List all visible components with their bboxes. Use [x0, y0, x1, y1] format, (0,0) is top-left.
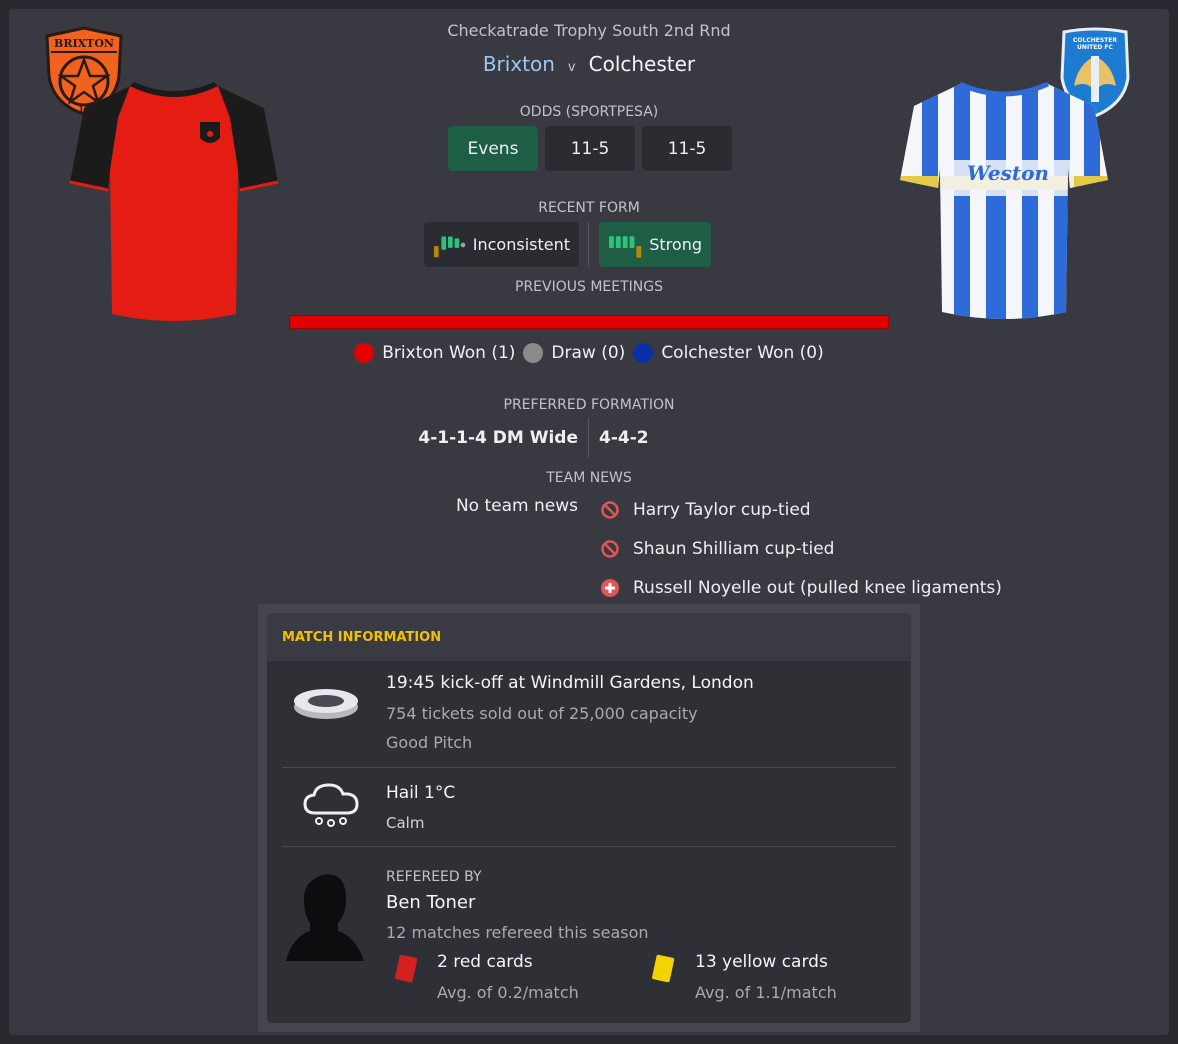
- news-text: Harry Taylor cup-tied: [633, 500, 811, 520]
- versus-label: v: [567, 60, 576, 75]
- news-text: Russell Noyelle out (pulled knee ligamen…: [633, 578, 1002, 598]
- home-formation: 4-1-1-4 DM Wide: [418, 428, 578, 448]
- previous-meetings-label: PREVIOUS MEETINGS: [515, 279, 663, 295]
- preferred-formation-label: PREFERRED FORMATION: [503, 397, 675, 413]
- referee-name[interactable]: Ben Toner: [386, 892, 475, 913]
- odds-draw[interactable]: 11-5: [545, 126, 635, 171]
- form-bars-icon: [433, 236, 466, 257]
- refereed-by-label: REFEREED BY: [386, 869, 482, 885]
- form-bars-icon: [608, 235, 642, 258]
- home-won-dot: [354, 343, 375, 363]
- sponsor-logo: Weston: [967, 161, 1049, 185]
- away-form-badge[interactable]: Strong: [599, 222, 711, 267]
- odds-row: Evens 11-5 11-5: [448, 126, 732, 171]
- form-divider: [588, 222, 589, 267]
- referee-matches: 12 matches refereed this season: [386, 923, 649, 942]
- cup-tied-icon: [601, 540, 619, 558]
- odds-away-win[interactable]: 11-5: [642, 126, 732, 171]
- cup-tied-icon: [601, 501, 619, 519]
- news-item[interactable]: Shaun Shilliam cup-tied: [600, 539, 834, 559]
- fixture-teams: Brixton v Colchester: [0, 52, 1178, 76]
- formation-divider: [588, 418, 589, 458]
- away-formation: 4-4-2: [599, 428, 649, 448]
- meetings-bar: [289, 315, 889, 329]
- referee-avatar[interactable]: [284, 871, 366, 963]
- hail-weather-icon: [303, 783, 359, 827]
- red-card-icon: [395, 954, 418, 983]
- recent-form-label: RECENT FORM: [538, 200, 640, 216]
- home-won-text: Brixton Won (1): [382, 343, 516, 363]
- separator: [282, 767, 896, 768]
- separator: [282, 846, 896, 847]
- injury-icon: [601, 579, 619, 597]
- odds-home-win[interactable]: Evens: [448, 126, 538, 171]
- stadium-icon: [294, 689, 358, 719]
- venue-line: 19:45 kick-off at Windmill Gardens, Lond…: [386, 673, 754, 693]
- tickets-sold: 754 tickets sold out of 25,000 capacity: [386, 704, 698, 723]
- svg-text:UNITED FC: UNITED FC: [1077, 44, 1113, 51]
- competition-name: Checkatrade Trophy South 2nd Rnd: [447, 21, 731, 40]
- away-won-text: Colchester Won (0): [661, 343, 824, 363]
- match-info-card: MATCH INFORMATION 19:45 kick-off at Wind…: [267, 613, 911, 1023]
- pitch-condition: Good Pitch: [386, 733, 473, 752]
- news-text: Shaun Shilliam cup-tied: [633, 539, 835, 559]
- draw-dot: [523, 343, 544, 363]
- yellow-cards-count: 13 yellow cards: [695, 952, 828, 972]
- weather-condition: Hail 1°C: [386, 783, 456, 803]
- red-cards-average: Avg. of 0.2/match: [437, 983, 579, 1002]
- away-team-link[interactable]: Colchester: [589, 52, 696, 76]
- meetings-legend: Brixton Won (1) Draw (0) Colchester Won …: [0, 343, 1178, 363]
- away-won-dot: [633, 343, 654, 363]
- yellow-card-icon: [652, 954, 675, 983]
- red-cards-count: 2 red cards: [437, 952, 533, 972]
- news-item[interactable]: Russell Noyelle out (pulled knee ligamen…: [600, 578, 1002, 598]
- team-news-label: TEAM NEWS: [546, 470, 632, 486]
- yellow-cards-average: Avg. of 1.1/match: [695, 983, 837, 1002]
- odds-label: ODDS (SPORTPESA): [519, 104, 659, 120]
- draw-text: Draw (0): [551, 343, 626, 363]
- home-form-text: Inconsistent: [472, 235, 570, 254]
- wind-condition: Calm: [386, 814, 425, 832]
- news-item[interactable]: Harry Taylor cup-tied: [600, 500, 811, 520]
- home-team-link[interactable]: Brixton: [483, 52, 555, 76]
- home-form-badge[interactable]: Inconsistent: [424, 222, 579, 267]
- match-info-title: MATCH INFORMATION: [267, 613, 911, 661]
- home-team-news: No team news: [455, 496, 578, 516]
- away-form-text: Strong: [649, 235, 702, 254]
